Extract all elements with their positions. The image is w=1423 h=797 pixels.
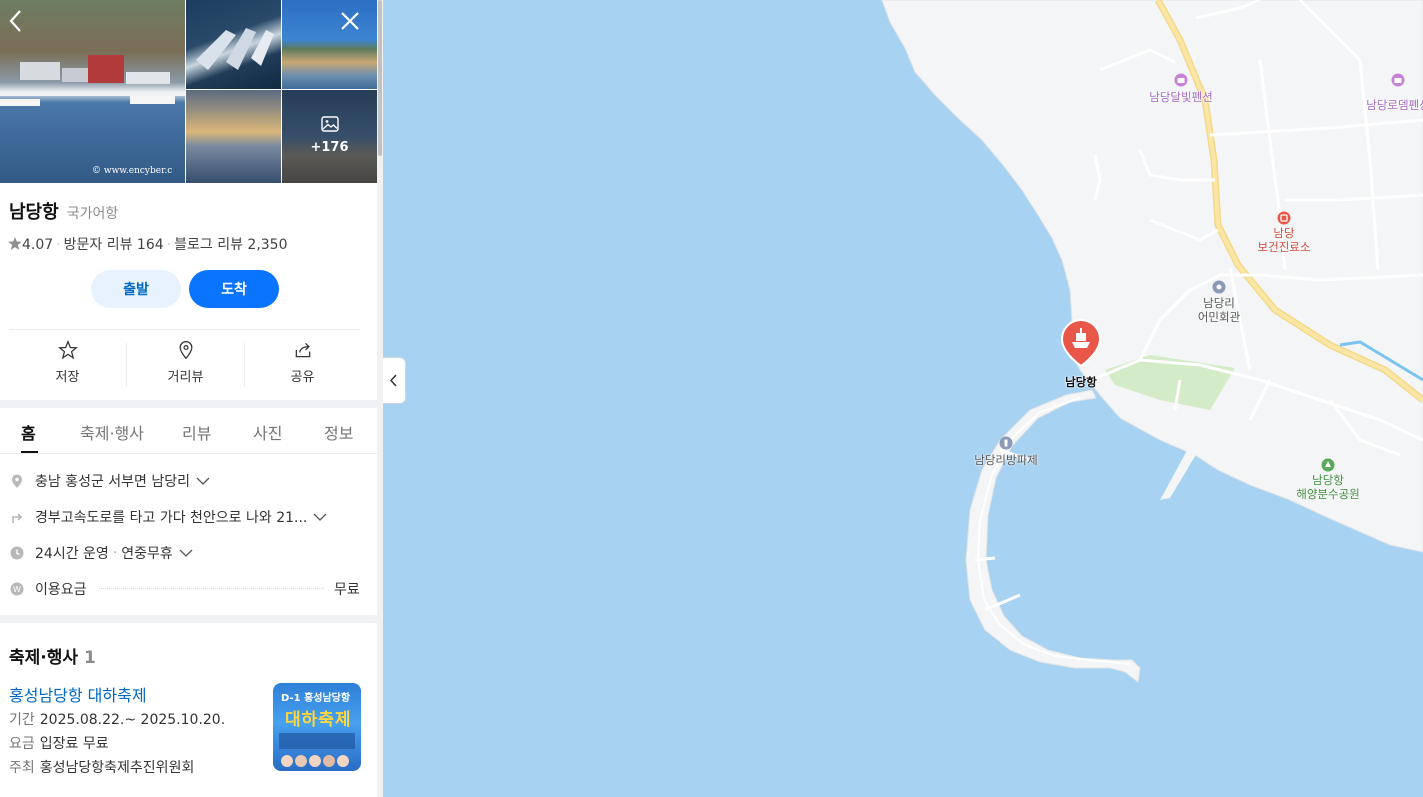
map-label-park[interactable]: 남당항 해양분수공원 — [1296, 473, 1359, 501]
divider — [9, 329, 360, 330]
photo-4[interactable] — [186, 90, 281, 183]
map-label-clinic[interactable]: 남당 보건진료소 — [1258, 226, 1311, 254]
festival-link[interactable]: 홍성남당항 대하축제 — [9, 682, 147, 706]
directions-text: 경부고속도로를 타고 가다 천안으로 나와 21... — [35, 510, 308, 526]
place-panel: © www.encyber.c +176 남당항 국가어항 4.07 · 방문자… — [0, 0, 377, 797]
chevron-down-icon — [313, 513, 327, 521]
chevron-down-icon — [179, 549, 193, 557]
chevron-left-icon — [389, 374, 397, 387]
address-row[interactable]: 충남 홍성군 서부면 남당리 — [10, 471, 210, 491]
place-category: 국가어항 — [66, 206, 119, 222]
image-icon — [320, 116, 339, 132]
building-icon — [1212, 280, 1226, 294]
back-button[interactable] — [3, 8, 29, 34]
tab-photo[interactable]: 사진 — [253, 420, 282, 444]
svg-text:W: W — [13, 585, 21, 594]
closed-text: 연중무휴 — [121, 546, 173, 562]
directions-icon — [12, 513, 23, 523]
fee-row: W 이용요금 — [10, 579, 87, 599]
festival-period: 기간 2025.08.22.~ 2025.10.20. — [9, 712, 226, 728]
map-label-hall[interactable]: 남당리 어민회관 — [1198, 296, 1240, 324]
location-pin-icon — [179, 341, 192, 360]
fee-value: 무료 — [334, 582, 360, 598]
photo-grid: © www.encyber.c +176 — [0, 0, 377, 184]
festival-poster[interactable]: D-1 홍성남당항 대하축제 — [273, 683, 361, 771]
pier-shape — [1160, 445, 1200, 500]
location-icon — [12, 474, 22, 488]
visitor-reviews-link[interactable]: 방문자 리뷰 164 — [64, 237, 164, 253]
land-area — [881, 0, 1423, 553]
map-view[interactable]: 남당달빛펜션 남당로뎀펜션 남당 보건진료소 남당리 어민회관 남당항 남당리방… — [383, 0, 1423, 797]
pension-icon — [1174, 73, 1188, 87]
place-title-row: 남당항 국가어항 — [9, 198, 118, 224]
star-outline-icon — [57, 340, 78, 360]
directions-row[interactable]: 경부고속도로를 타고 가다 천안으로 나와 21... — [10, 507, 327, 527]
festival-section-title: 축제·행사 1 — [9, 648, 96, 668]
street-view-button[interactable]: 거리뷰 — [127, 340, 244, 385]
tab-info[interactable]: 정보 — [324, 420, 353, 444]
chevron-down-icon — [196, 477, 210, 485]
fee-label: 이용요금 — [35, 582, 87, 598]
hours-row[interactable]: 24시간 운영 · 연중무휴 — [10, 543, 193, 563]
save-label: 저장 — [55, 370, 80, 385]
map-label-port[interactable]: 남당항 — [1065, 374, 1097, 390]
rating-value: 4.07 — [22, 237, 54, 253]
panel-scrollbar-thumb[interactable] — [378, 0, 382, 156]
lighthouse-icon — [999, 436, 1013, 450]
arrive-button[interactable]: 도착 — [189, 270, 279, 308]
depart-button[interactable]: 출발 — [91, 270, 181, 308]
hospital-icon — [1277, 211, 1291, 225]
close-button[interactable] — [337, 8, 363, 34]
rating-row: 4.07 · 방문자 리뷰 164 · 블로그 리뷰 2,350 — [8, 234, 288, 254]
park-icon — [1321, 458, 1335, 472]
street-view-label: 거리뷰 — [167, 370, 204, 385]
tab-home[interactable]: 홈 — [21, 420, 36, 444]
map-label-pension1[interactable]: 남당달빛펜션 — [1149, 89, 1212, 105]
chevron-left-icon — [9, 10, 21, 32]
festival-count: 1 — [83, 648, 96, 668]
save-button[interactable]: 저장 — [9, 340, 126, 385]
photo-2[interactable] — [186, 0, 281, 89]
clock-icon — [10, 546, 24, 560]
share-button[interactable]: 공유 — [244, 340, 361, 385]
map-label-pension2[interactable]: 남당로뎀펜션 — [1366, 97, 1423, 113]
festival-host: 주최 홍성남당항축제추진위원회 — [9, 760, 195, 776]
place-name: 남당항 — [9, 202, 59, 223]
photo-watermark: © www.encyber.c — [92, 166, 173, 176]
photo-more-count: +176 — [310, 140, 349, 155]
star-icon — [8, 237, 22, 250]
festival-fee: 요금 입장료 무료 — [9, 736, 109, 752]
share-label: 공유 — [290, 370, 315, 385]
map-label-breakwater[interactable]: 남당리방파제 — [974, 452, 1037, 468]
tab-review[interactable]: 리뷰 — [182, 420, 211, 444]
port-pin-icon[interactable] — [1059, 318, 1103, 368]
section-divider — [0, 615, 377, 623]
collapse-panel-button[interactable] — [383, 357, 406, 404]
pension-icon — [1391, 73, 1405, 87]
blog-reviews-link[interactable]: 블로그 리뷰 2,350 — [174, 237, 287, 253]
tab-festival[interactable]: 축제·행사 — [80, 420, 144, 444]
breakwater-shape — [965, 389, 1141, 683]
share-icon — [295, 342, 310, 358]
address-text: 충남 홍성군 서부면 남당리 — [35, 474, 191, 490]
photo-more[interactable]: +176 — [282, 90, 377, 183]
won-icon: W — [10, 582, 24, 596]
close-icon — [341, 12, 359, 30]
section-divider — [0, 400, 377, 408]
hours-text: 24시간 운영 — [35, 546, 109, 562]
